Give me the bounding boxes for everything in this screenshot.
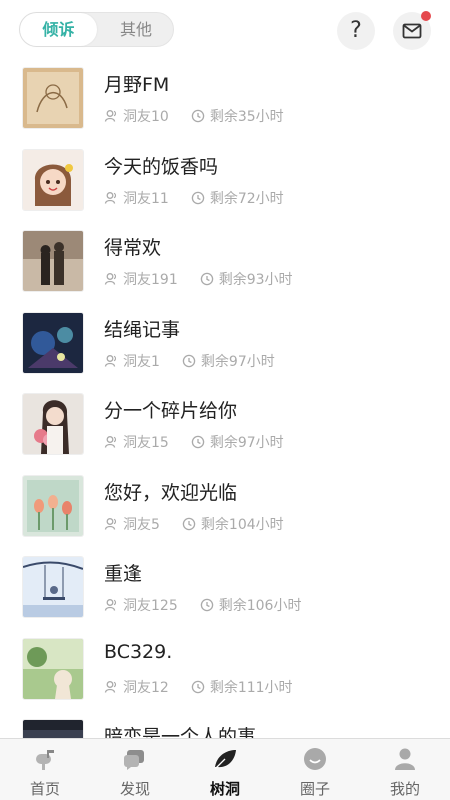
tab-circles[interactable]: 圈子 xyxy=(270,739,360,800)
tab-label: 树洞 xyxy=(209,780,240,798)
item-friends-count: 洞友5 xyxy=(123,516,160,533)
item-title: 重逢 xyxy=(104,563,143,585)
item-remaining-time: 剩余97小时 xyxy=(209,435,284,451)
question-mark-icon: ? xyxy=(350,18,362,43)
couple-photo xyxy=(22,230,84,292)
list-item[interactable]: 今天的饭香吗 洞友11 剩余72小时 xyxy=(0,144,450,226)
tab-confide[interactable]: 倾诉 xyxy=(20,13,97,46)
item-friends-count: 洞友10 xyxy=(123,109,169,125)
item-remaining-time: 剩余106小时 xyxy=(218,598,302,614)
tab-label: 发现 xyxy=(119,780,150,798)
item-friends-count: 洞友15 xyxy=(123,435,169,451)
swing-illustration xyxy=(22,556,84,618)
clock-icon xyxy=(191,109,205,123)
person-icon xyxy=(395,748,415,770)
nature-figure-image xyxy=(22,637,84,700)
item-title: BC329. xyxy=(104,640,173,663)
item-title: 得常欢 xyxy=(104,237,162,259)
item-meta: 洞友5 剩余104小时 xyxy=(104,514,284,534)
circle-face-icon xyxy=(304,748,326,770)
item-meta: 洞友15 剩余97小时 xyxy=(104,432,284,452)
item-meta: 洞友1 剩余97小时 xyxy=(104,351,275,371)
item-meta: 洞友10 剩余35小时 xyxy=(104,106,284,126)
list-item[interactable]: 您好，欢迎光临 洞友5 剩余104小时 xyxy=(0,470,450,552)
chat-bubbles-icon xyxy=(124,750,144,770)
item-friends-count: 洞友12 xyxy=(123,679,169,696)
item-remaining-time: 剩余35小时 xyxy=(209,109,284,125)
neon-scene-image xyxy=(22,311,84,374)
item-remaining-time: 剩余97小时 xyxy=(200,353,275,370)
item-friends-count: 洞友125 xyxy=(123,598,178,614)
clock-icon xyxy=(191,191,205,204)
treehole-list: 月野FM 洞友10 剩余35小时 今天的饭香吗 洞友11 剩余72小时 得常欢 … xyxy=(0,62,450,738)
help-button[interactable]: ? xyxy=(337,12,375,50)
item-remaining-time: 剩余104小时 xyxy=(200,516,284,533)
item-friends-count: 洞友11 xyxy=(123,190,169,207)
tab-home[interactable]: 首页 xyxy=(0,739,90,800)
item-title: 暗恋是一个人的事 xyxy=(104,726,257,738)
tulip-painting xyxy=(22,474,84,537)
item-title: 结绳记事 xyxy=(104,318,181,341)
people-icon xyxy=(104,517,117,530)
item-friends-count: 洞友1 xyxy=(123,353,160,370)
list-item[interactable]: 分一个碎片给你 洞友15 剩余97小时 xyxy=(0,388,450,470)
item-friends-count: 洞友191 xyxy=(123,272,178,288)
people-icon xyxy=(104,599,117,611)
list-item[interactable]: 暗恋是一个人的事 xyxy=(0,714,450,738)
girl-with-flowers-photo xyxy=(22,393,84,455)
tab-label: 圈子 xyxy=(299,780,330,798)
item-title: 您好，欢迎光临 xyxy=(104,481,238,504)
item-title: 月野FM xyxy=(104,74,170,96)
item-remaining-time: 剩余72小时 xyxy=(209,190,284,207)
item-remaining-time: 剩余111小时 xyxy=(209,679,293,696)
people-icon xyxy=(104,354,117,367)
clock-icon xyxy=(200,598,213,612)
bottom-tab-bar: 首页 发现 树洞 圈子 我的 xyxy=(0,738,450,800)
people-icon xyxy=(104,273,117,285)
list-item[interactable]: 得常欢 洞友191 剩余93小时 xyxy=(0,225,450,307)
item-remaining-time: 剩余93小时 xyxy=(218,272,293,288)
item-meta: 洞友125 剩余106小时 xyxy=(104,595,301,615)
clock-icon xyxy=(182,517,196,530)
segmented-control: 倾诉 其他 xyxy=(19,12,174,47)
mailbox-icon xyxy=(36,750,54,770)
item-title: 今天的饭香吗 xyxy=(104,155,219,178)
tab-discover[interactable]: 发现 xyxy=(90,739,180,800)
dark-image xyxy=(22,719,84,738)
item-meta: 洞友12 剩余111小时 xyxy=(104,677,293,697)
tab-label: 我的 xyxy=(389,780,420,798)
tab-label: 首页 xyxy=(29,780,60,798)
clock-icon xyxy=(191,435,205,449)
notification-badge xyxy=(421,11,431,21)
item-title: 分一个碎片给你 xyxy=(104,400,238,422)
people-icon xyxy=(104,436,117,448)
list-item[interactable]: BC329. 洞友12 剩余111小时 xyxy=(0,633,450,715)
item-meta: 洞友191 剩余93小时 xyxy=(104,269,293,289)
tab-profile[interactable]: 我的 xyxy=(360,739,450,800)
clock-icon xyxy=(191,680,205,693)
people-icon xyxy=(104,191,117,204)
people-icon xyxy=(104,110,117,122)
tab-other[interactable]: 其他 xyxy=(98,13,174,46)
leaf-icon xyxy=(214,750,236,770)
list-item[interactable]: 结绳记事 洞友1 剩余97小时 xyxy=(0,307,450,389)
list-item[interactable]: 月野FM 洞友10 剩余35小时 xyxy=(0,62,450,144)
top-bar: 倾诉 其他 ? xyxy=(0,0,450,62)
anime-girl-image xyxy=(22,148,84,211)
clock-icon xyxy=(182,354,196,367)
sketch-image xyxy=(22,67,84,129)
people-icon xyxy=(104,680,117,693)
item-meta: 洞友11 剩余72小时 xyxy=(104,188,284,208)
list-item[interactable]: 重逢 洞友125 剩余106小时 xyxy=(0,551,450,633)
messages-button[interactable] xyxy=(393,11,431,50)
tab-treehole[interactable]: 树洞 xyxy=(180,739,270,800)
clock-icon xyxy=(200,272,213,286)
